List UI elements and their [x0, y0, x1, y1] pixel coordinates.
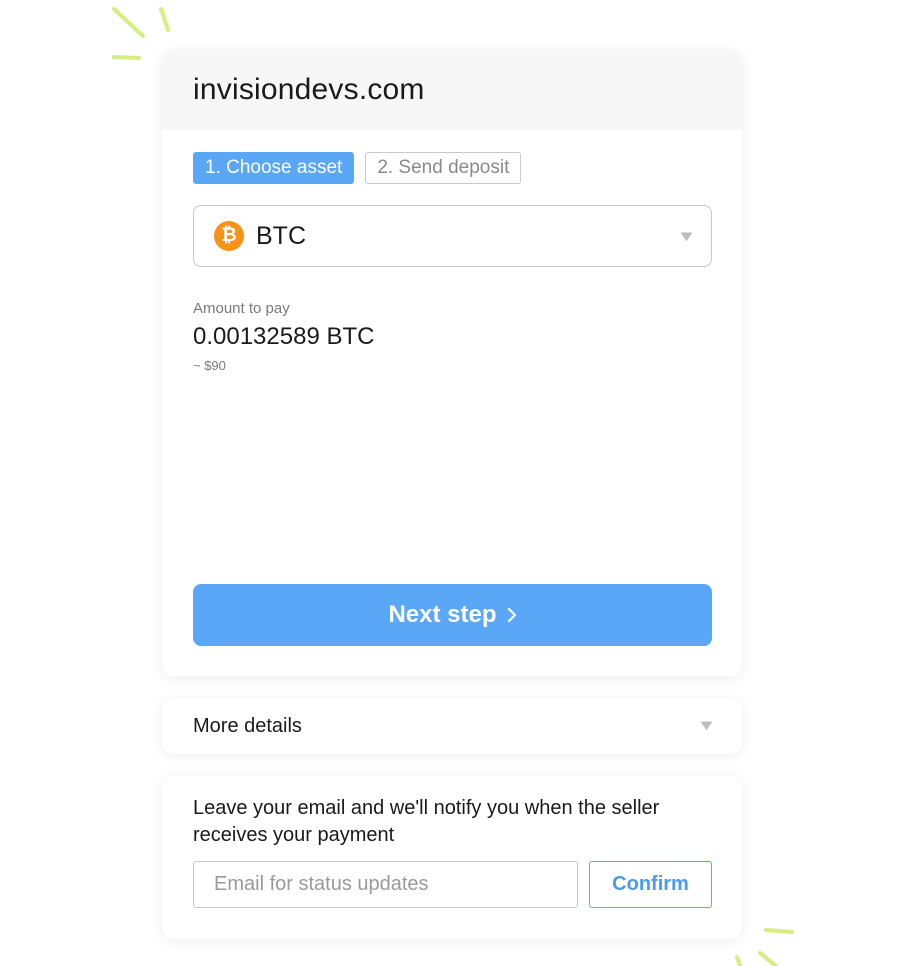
- more-details-toggle[interactable]: More details: [162, 698, 742, 754]
- sparkle-stroke: [735, 955, 742, 966]
- amount-label: Amount to pay: [193, 300, 290, 317]
- payment-card: invisiondevs.com 1. Choose asset 2. Send…: [162, 50, 742, 676]
- amount-value: 0.00132589 BTC: [193, 323, 375, 350]
- email-field[interactable]: [193, 861, 578, 908]
- email-notify-message: Leave your email and we'll notify you wh…: [193, 797, 660, 846]
- next-step-button[interactable]: Next step: [193, 584, 712, 646]
- tab-choose-asset[interactable]: 1. Choose asset: [193, 152, 355, 184]
- card-header: invisiondevs.com: [162, 50, 742, 130]
- email-notify-card: Leave your email and we'll notify you wh…: [162, 776, 742, 939]
- asset-select[interactable]: ₿ BTC: [193, 205, 712, 267]
- site-title: invisiondevs.com: [193, 73, 425, 106]
- chevron-down-icon: [701, 721, 712, 730]
- bitcoin-icon: ₿: [214, 221, 244, 251]
- more-details-label: More details: [193, 714, 302, 737]
- confirm-button[interactable]: Confirm: [589, 861, 712, 908]
- amount-fiat: ~ $90: [193, 358, 226, 373]
- sparkle-stroke: [112, 55, 141, 60]
- step-tabs: 1. Choose asset 2. Send deposit: [193, 152, 522, 184]
- chevron-down-icon: [681, 232, 692, 241]
- chevron-right-icon: [507, 607, 516, 623]
- tab-send-deposit[interactable]: 2. Send deposit: [365, 152, 522, 184]
- sparkle-stroke: [758, 951, 778, 966]
- next-step-label: Next step: [388, 601, 497, 628]
- sparkle-stroke: [112, 7, 145, 38]
- asset-select-value: BTC: [256, 221, 306, 250]
- sparkle-stroke: [159, 7, 170, 32]
- sparkle-stroke: [764, 928, 794, 934]
